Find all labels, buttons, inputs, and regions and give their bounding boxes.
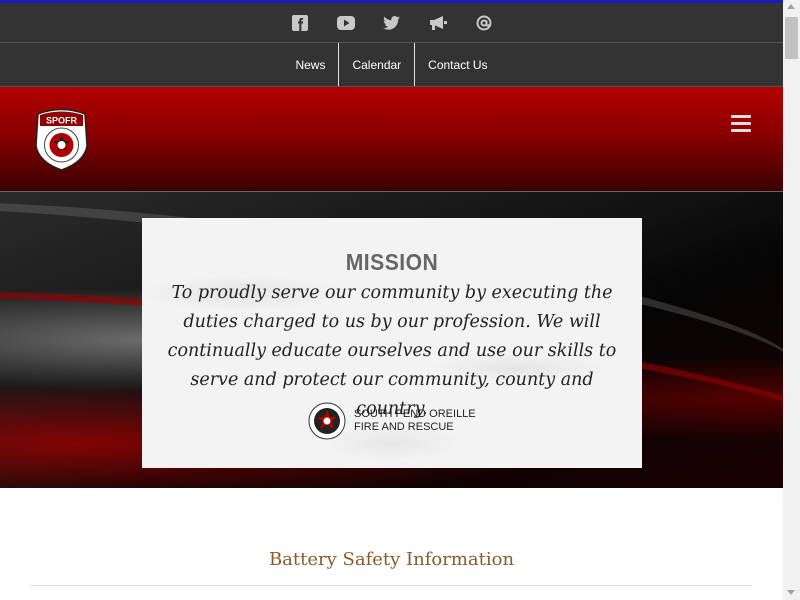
nav-item-contact-us[interactable]: Contact Us bbox=[415, 43, 500, 86]
fire-rescue-badge-icon bbox=[308, 402, 346, 439]
scroll-up-icon[interactable] bbox=[787, 4, 795, 9]
scroll-down-icon[interactable] bbox=[787, 590, 795, 595]
brand-line-2: FIRE AND RESCUE bbox=[354, 420, 454, 433]
scrollbar-thumb[interactable] bbox=[785, 17, 798, 59]
mission-title: MISSION bbox=[345, 249, 439, 275]
hamburger-bar bbox=[731, 115, 751, 118]
facebook-icon[interactable] bbox=[289, 12, 311, 34]
mission-card: MISSION To proudly serve our community b… bbox=[142, 218, 642, 468]
main-nav: News Calendar Contact Us bbox=[0, 42, 783, 87]
site-header: SPOFR bbox=[0, 87, 783, 192]
social-bar bbox=[0, 3, 783, 42]
section-divider bbox=[30, 585, 752, 586]
section-heading: Battery Safety Information bbox=[268, 549, 515, 570]
site-logo[interactable]: SPOFR bbox=[34, 108, 89, 171]
megaphone-icon[interactable] bbox=[427, 12, 449, 34]
hamburger-bar bbox=[731, 122, 751, 125]
menu-toggle-button[interactable] bbox=[731, 115, 751, 133]
brand-line-1: SOUTH PEND OREILLE bbox=[354, 407, 476, 420]
youtube-icon[interactable] bbox=[335, 12, 357, 34]
vertical-scrollbar[interactable] bbox=[783, 0, 800, 600]
nav-item-news[interactable]: News bbox=[282, 43, 338, 86]
hero-banner: MISSION To proudly serve our community b… bbox=[0, 192, 783, 488]
nav-item-calendar[interactable]: Calendar bbox=[339, 43, 414, 86]
mission-brand: SOUTH PEND OREILLE FIRE AND RESCUE bbox=[308, 398, 488, 443]
email-at-icon[interactable] bbox=[473, 12, 495, 34]
logo-text: SPOFR bbox=[46, 116, 78, 126]
twitter-icon[interactable] bbox=[381, 12, 403, 34]
hamburger-bar bbox=[731, 129, 751, 132]
page: News Calendar Contact Us SPOFR MISSION T… bbox=[0, 0, 783, 600]
